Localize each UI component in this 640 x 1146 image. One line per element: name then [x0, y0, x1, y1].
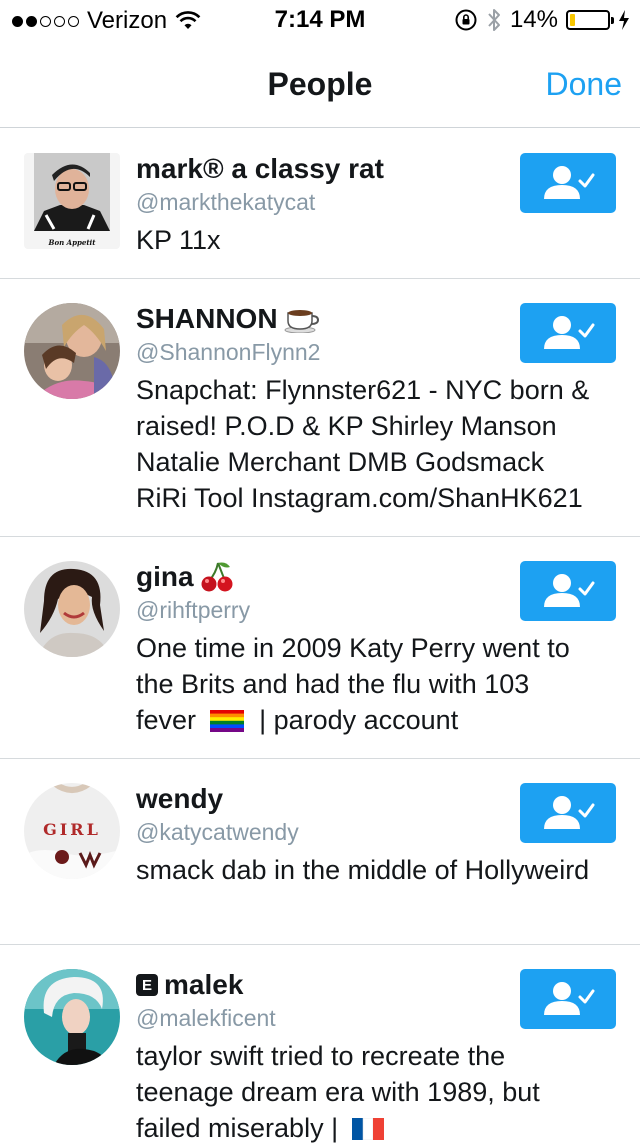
- list-item[interactable]: SHANNON @ShannonFlynn2 Snapchat: Flynnst…: [0, 279, 640, 537]
- user-name: malek: [164, 969, 244, 1000]
- following-button[interactable]: [520, 153, 616, 213]
- user-following-check-icon: [544, 796, 595, 829]
- done-button[interactable]: Done: [546, 66, 623, 103]
- battery-icon: [566, 10, 614, 30]
- battery-percentage: 14%: [509, 6, 558, 33]
- avatar[interactable]: Bon Appetit: [24, 153, 120, 249]
- user-bio: smack dab in the middle of Hollyweird: [136, 855, 590, 885]
- status-right: 14%: [454, 6, 630, 34]
- user-following-check-icon: [544, 166, 595, 199]
- charging-bolt-icon: [619, 10, 629, 30]
- user-following-check-icon: [544, 316, 595, 349]
- navigation-bar: People Done: [0, 40, 640, 128]
- list-item[interactable]: E malek @malekficent taylor swift tried …: [0, 945, 640, 1145]
- people-list: Bon Appetit mark® a classy rat @markthek…: [0, 129, 640, 1145]
- user-name: wendy: [136, 783, 224, 814]
- list-item[interactable]: gina @rihftperry One time in 2009 Katy P…: [0, 537, 640, 759]
- user-name: SHANNON: [136, 303, 278, 334]
- bluetooth-icon: [488, 9, 500, 31]
- status-bar: Verizon 7:14 PM 14%: [0, 0, 640, 40]
- user-name: gina: [136, 561, 194, 592]
- avatar[interactable]: [24, 561, 120, 657]
- user-name: mark® a classy rat: [136, 153, 384, 184]
- france-flag-icon: [351, 1117, 384, 1141]
- coffee-icon: [284, 310, 319, 333]
- following-button[interactable]: [520, 561, 616, 621]
- following-button[interactable]: [520, 969, 616, 1029]
- cherries-icon: [201, 562, 233, 592]
- user-bio: KP 11x: [136, 225, 221, 255]
- avatar-caption: GIRL: [43, 820, 101, 839]
- rainbow-flag-icon: [209, 710, 244, 732]
- avatar[interactable]: GIRL: [24, 783, 120, 879]
- user-bio: taylor swift tried to recreate the teena…: [136, 1041, 540, 1143]
- list-item[interactable]: GIRL wendy @katycatwendy smack dab in th…: [0, 759, 640, 945]
- user-bio: Snapchat: Flynnster621 - NYC born & rais…: [136, 375, 590, 513]
- avatar[interactable]: [24, 303, 120, 399]
- user-bio: One time in 2009 Katy Perry went to the …: [136, 633, 570, 735]
- user-following-check-icon: [544, 574, 595, 607]
- following-button[interactable]: [520, 303, 616, 363]
- avatar[interactable]: [24, 969, 120, 1065]
- user-following-check-icon: [544, 982, 595, 1015]
- page-title: People: [267, 66, 373, 102]
- explicit-badge-icon: E: [136, 974, 158, 996]
- avatar-caption: Bon Appetit: [48, 238, 97, 247]
- following-button[interactable]: [520, 783, 616, 843]
- list-item[interactable]: Bon Appetit mark® a classy rat @markthek…: [0, 129, 640, 279]
- orientation-lock-icon: [455, 9, 477, 31]
